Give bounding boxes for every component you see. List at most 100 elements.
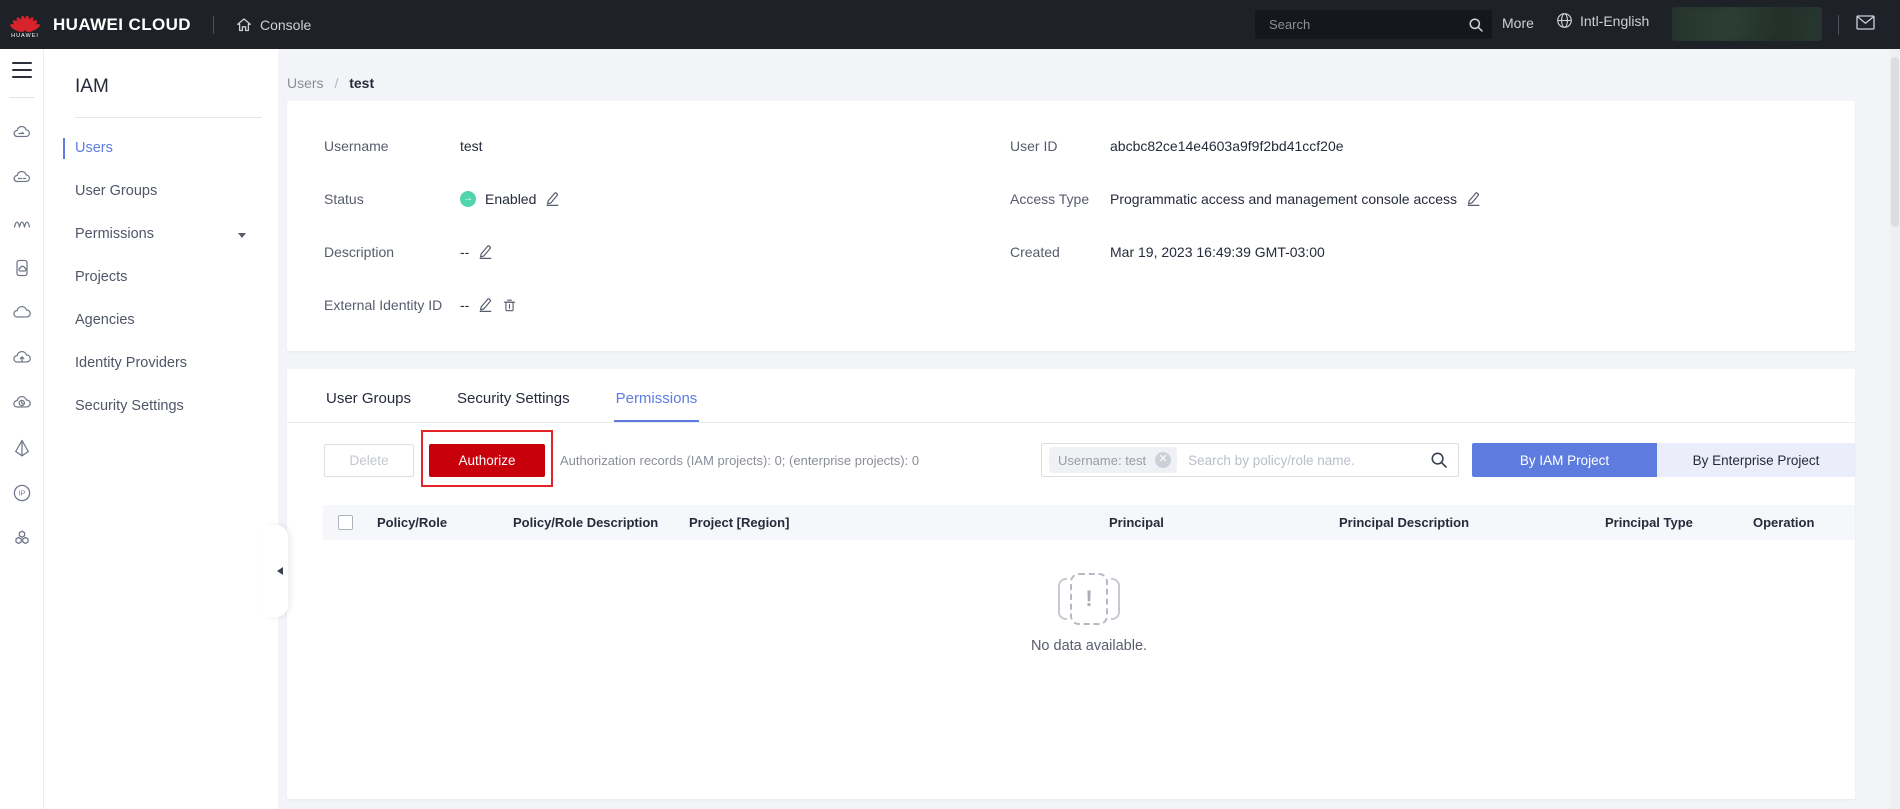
trash-icon — [502, 297, 517, 313]
auto-scaling-icon[interactable] — [0, 200, 44, 245]
bare-metal-server-icon[interactable] — [0, 245, 44, 290]
username-filter-label: Username: test — [1058, 453, 1146, 468]
messages-button[interactable] — [1856, 15, 1875, 35]
globe-icon — [1556, 12, 1573, 29]
account-blur-overlay — [1672, 7, 1822, 41]
breadcrumb-current: test — [349, 75, 374, 91]
top-bar: HUAWEI HUAWEI CLOUD Console More Intl-En… — [0, 0, 1900, 49]
home-icon — [236, 17, 252, 33]
edit-description-button[interactable] — [478, 244, 493, 260]
menu-icon[interactable] — [0, 49, 44, 89]
account-name-redacted[interactable] — [1672, 7, 1822, 41]
language-switcher[interactable]: Intl-English — [1556, 12, 1649, 29]
topbar-divider-2 — [1838, 15, 1839, 35]
resource-cluster-icon[interactable] — [0, 515, 44, 560]
sidebar-item-agencies[interactable]: Agencies — [44, 299, 278, 342]
scrollbar-thumb[interactable] — [1891, 57, 1899, 227]
cloud-backup-icon[interactable] — [0, 380, 44, 425]
cloud-icon[interactable] — [0, 290, 44, 335]
user-id-value: abcbc82ce14e4603a9f9f2bd41ccf20e — [1110, 138, 1344, 154]
logo-caption: HUAWEI — [11, 33, 39, 39]
status-label: Status — [324, 191, 460, 207]
sidebar-item-permissions[interactable]: Permissions — [44, 213, 278, 256]
no-data-icon: ! — [1058, 573, 1120, 625]
policy-search-button[interactable] — [1430, 451, 1448, 469]
vertical-scrollbar[interactable] — [1890, 49, 1900, 809]
policy-search-input[interactable] — [1177, 452, 1430, 469]
external-identity-value: -- — [460, 297, 469, 313]
edit-status-button[interactable] — [545, 191, 560, 207]
tab-security-settings[interactable]: Security Settings — [455, 369, 572, 422]
console-label: Console — [260, 17, 311, 33]
rail-divider — [9, 97, 35, 98]
by-iam-project-button[interactable]: By IAM Project — [1472, 443, 1657, 477]
edit-external-identity-button[interactable] — [478, 297, 493, 313]
user-details-card: Username test Status → Enabled Descripti… — [287, 101, 1855, 351]
sidebar-item-identity-providers[interactable]: Identity Providers — [44, 342, 278, 385]
pencil-icon — [545, 191, 560, 207]
sidenav-divider — [75, 117, 262, 118]
elastic-ip-icon[interactable]: IP — [0, 470, 44, 515]
svg-text:IP: IP — [19, 490, 26, 497]
breadcrumb: Users / test — [287, 75, 1900, 91]
column-policy-role: Policy/Role — [367, 515, 503, 530]
by-enterprise-project-button[interactable]: By Enterprise Project — [1657, 443, 1855, 477]
column-project-region: Project [Region] — [679, 515, 1099, 530]
cloud-server-group-icon[interactable] — [0, 155, 44, 200]
cloud-upload-icon[interactable] — [0, 335, 44, 380]
remove-filter-icon[interactable]: ✕ — [1155, 452, 1171, 468]
user-id-row: User ID abcbc82ce14e4603a9f9f2bd41ccf20e — [1010, 136, 1815, 156]
console-link[interactable]: Console — [236, 17, 311, 33]
container-engine-icon[interactable] — [0, 425, 44, 470]
chevron-left-icon — [277, 567, 283, 575]
search-icon — [1430, 451, 1448, 469]
chevron-down-icon[interactable] — [238, 233, 246, 238]
sidebar-item-projects[interactable]: Projects — [44, 256, 278, 299]
breadcrumb-separator: / — [334, 75, 338, 91]
column-policy-role-description: Policy/Role Description — [503, 515, 679, 530]
details-right-column: User ID abcbc82ce14e4603a9f9f2bd41ccf20e… — [1010, 136, 1815, 315]
authorization-records-text: Authorization records (IAM projects): 0;… — [560, 453, 919, 468]
sidebar-item-security-settings[interactable]: Security Settings — [44, 385, 278, 428]
no-data-text: No data available. — [1031, 638, 1147, 654]
created-row: Created Mar 19, 2023 16:49:39 GMT-03:00 — [1010, 242, 1815, 262]
header-search — [1255, 10, 1492, 39]
nav-collapse-handle[interactable] — [264, 525, 288, 617]
header-search-input[interactable] — [1267, 16, 1468, 33]
topbar-divider — [213, 16, 214, 34]
created-value: Mar 19, 2023 16:49:39 GMT-03:00 — [1110, 244, 1325, 260]
description-row: Description -- — [324, 242, 1010, 262]
authorize-button[interactable]: Authorize — [429, 444, 545, 477]
brand-title[interactable]: HUAWEI CLOUD — [53, 15, 191, 35]
pencil-icon — [478, 244, 493, 260]
username-row: Username test — [324, 136, 1010, 156]
sidebar-item-user-groups[interactable]: User Groups — [44, 170, 278, 213]
service-icon-rail: IP — [0, 49, 44, 809]
column-principal-description: Principal Description — [1329, 515, 1595, 530]
tab-user-groups[interactable]: User Groups — [324, 369, 413, 422]
pencil-icon — [478, 297, 493, 313]
username-filter-chip[interactable]: Username: test ✕ — [1049, 447, 1177, 473]
column-principal: Principal — [1099, 515, 1329, 530]
access-type-value: Programmatic access and management conso… — [1110, 191, 1457, 207]
access-type-label: Access Type — [1010, 191, 1110, 207]
status-value: Enabled — [485, 191, 536, 207]
access-type-row: Access Type Programmatic access and mana… — [1010, 189, 1815, 209]
sidebar-item-users[interactable]: Users — [44, 127, 278, 170]
mail-icon — [1856, 15, 1875, 30]
delete-button[interactable]: Delete — [324, 444, 414, 477]
elastic-cloud-server-icon[interactable] — [0, 110, 44, 155]
status-enabled-icon: → — [460, 191, 476, 207]
huawei-logo[interactable]: HUAWEI — [10, 11, 40, 39]
huawei-flower-icon — [10, 11, 40, 35]
breadcrumb-users-link[interactable]: Users — [287, 75, 324, 91]
tab-permissions[interactable]: Permissions — [614, 369, 700, 422]
sidenav-title: IAM — [75, 76, 278, 98]
external-identity-label: External Identity ID — [324, 297, 460, 313]
select-all-checkbox[interactable] — [338, 515, 353, 530]
more-menu[interactable]: More — [1502, 15, 1534, 31]
search-icon[interactable] — [1468, 17, 1484, 33]
edit-access-type-button[interactable] — [1466, 191, 1481, 207]
column-operation: Operation — [1743, 515, 1855, 530]
delete-external-identity-button[interactable] — [502, 297, 517, 313]
